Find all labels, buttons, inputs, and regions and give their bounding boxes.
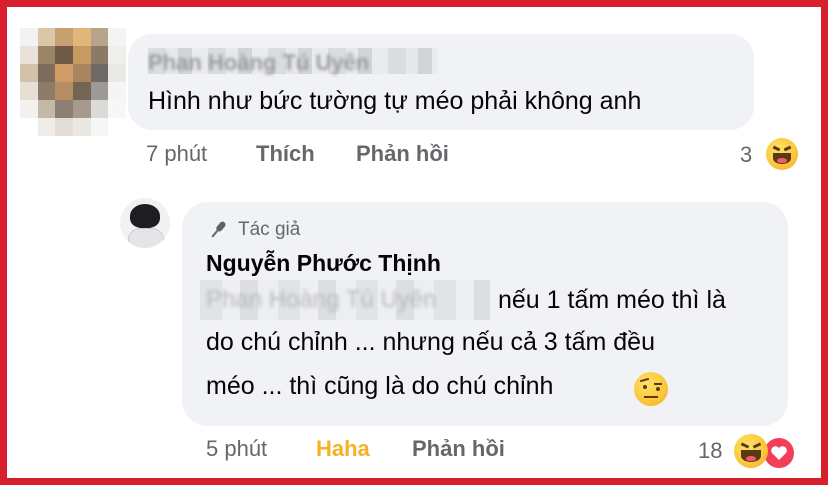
- replier-avatar[interactable]: [120, 198, 170, 248]
- comment-time[interactable]: 7 phút: [146, 141, 207, 167]
- haha-icon[interactable]: [766, 138, 798, 170]
- reply-text-line-2: do chú chỉnh ... nhưng nếu cả 3 tấm đều: [206, 328, 655, 356]
- author-badge: Tác giả: [206, 218, 300, 242]
- avatar-hair: [130, 204, 160, 228]
- microphone-icon: [211, 221, 226, 238]
- comment-text: Hình như bức tường tự méo phải không anh: [148, 87, 642, 115]
- mention-link[interactable]: Phan Hoàng Tú Uyên: [206, 286, 436, 314]
- raised-eyebrow-icon: [634, 372, 668, 406]
- like-button[interactable]: Thích: [256, 141, 315, 167]
- haha-icon[interactable]: [734, 434, 768, 468]
- reply-to-reply-button[interactable]: Phản hồi: [412, 436, 505, 462]
- reply-time[interactable]: 5 phút: [206, 436, 267, 462]
- author-badge-label: Tác giả: [238, 219, 301, 240]
- comment-reaction-count[interactable]: 3: [740, 142, 752, 168]
- reply-button[interactable]: Phản hồi: [356, 141, 449, 167]
- commenter-name[interactable]: Phan Hoàng Tú Uyên: [148, 50, 369, 76]
- reply-text-line-3: méo ... thì cũng là do chú chỉnh: [206, 372, 554, 400]
- heart-icon: [771, 446, 787, 460]
- commenter-avatar-blurred[interactable]: [20, 28, 126, 136]
- reply-reaction-count[interactable]: 18: [698, 438, 722, 464]
- replier-name[interactable]: Nguyễn Phước Thịnh: [206, 250, 441, 277]
- haha-reaction-button[interactable]: Haha: [316, 436, 370, 462]
- avatar-shirt: [128, 228, 164, 248]
- reply-text-line-1: nếu 1 tấm méo thì là: [498, 286, 726, 314]
